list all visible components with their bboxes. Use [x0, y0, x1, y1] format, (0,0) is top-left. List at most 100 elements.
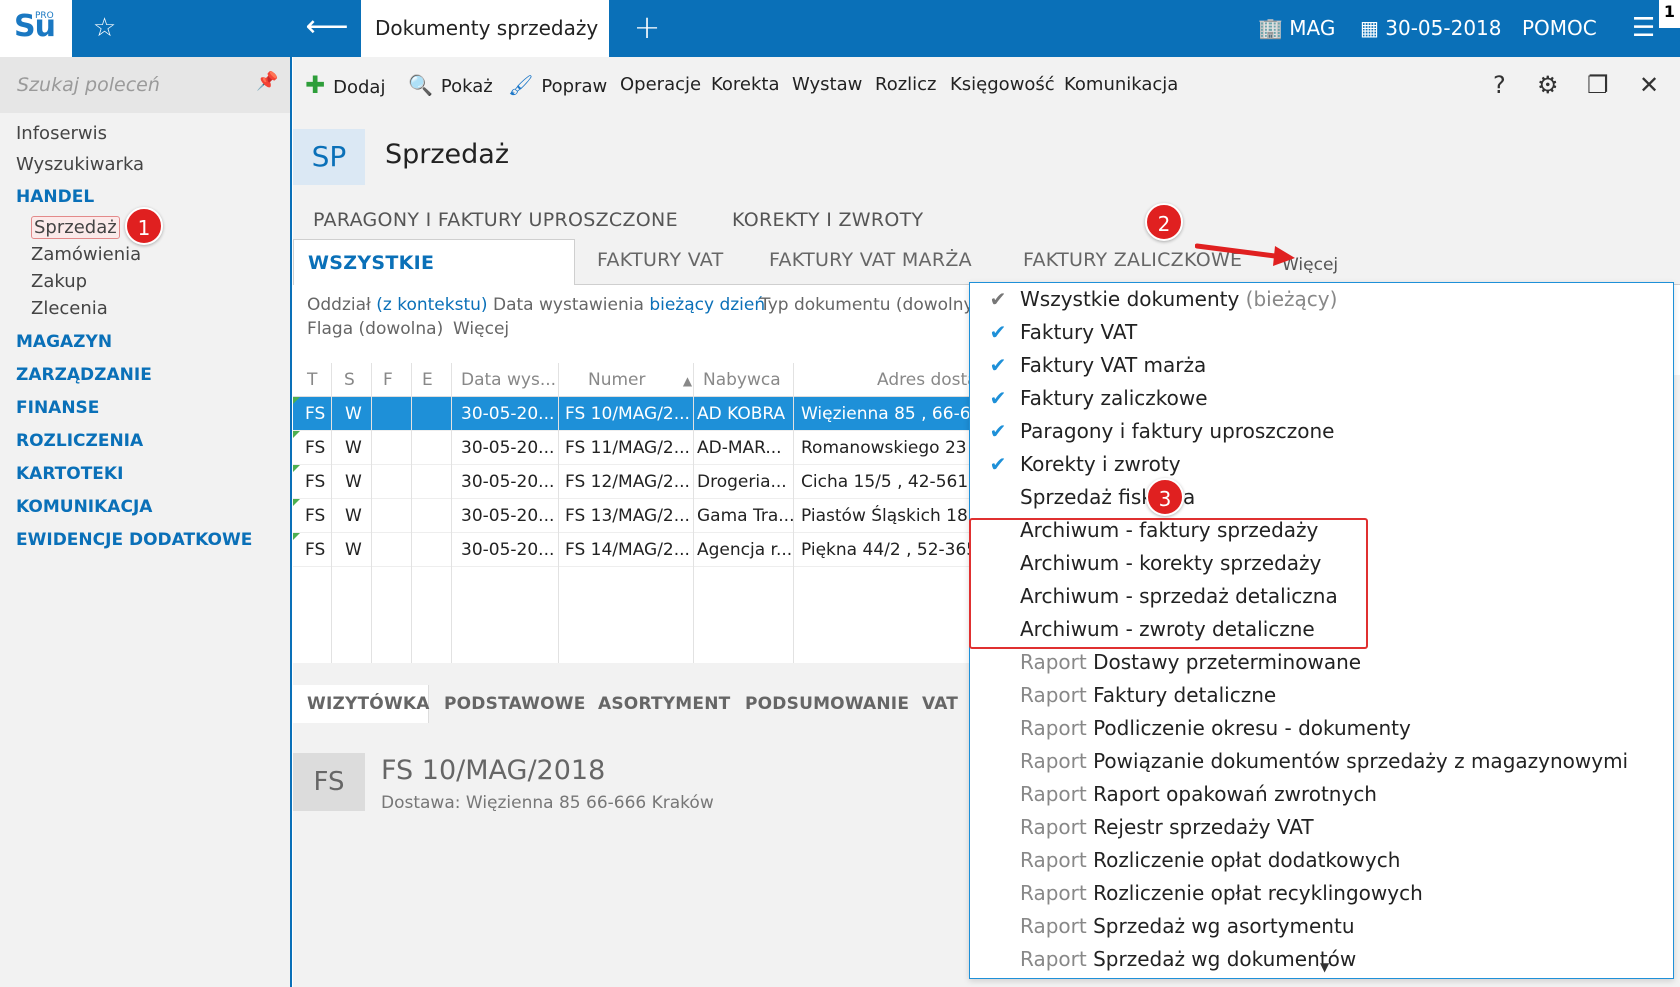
tab-podsumowanie[interactable]: PODSUMOWANIE [745, 694, 909, 714]
search-input[interactable]: Szukaj poleceń [17, 74, 160, 96]
sidebar-section-zarzadzanie[interactable]: ZARZĄDZANIE [16, 365, 152, 385]
column-header-adres[interactable]: Adres dosta [877, 370, 978, 390]
menu-item[interactable]: Wszystkie dokumenty (bieżący) [1020, 283, 1337, 316]
sidebar-item-zamowienia[interactable]: Zamówienia [31, 244, 141, 265]
tab-wszystkie-dokumenty[interactable]: WSZYSTKIE DOKUMENTY [293, 239, 575, 320]
column-header-f[interactable]: F [383, 370, 393, 390]
logo-sup: PRO [35, 11, 54, 21]
tab-faktury-vat-marza[interactable]: FAKTURY VAT MARŻA [769, 249, 972, 271]
checkmark-icon: ✔ [989, 386, 1007, 410]
sidebar-section-finanse[interactable]: FINANSE [16, 398, 99, 418]
back-arrow-icon[interactable]: ⟵ [293, 0, 361, 57]
help-icon[interactable]: ? [1493, 57, 1506, 113]
menu-item[interactable]: Korekty i zwroty [1020, 448, 1181, 481]
cell-nabywca: Gama Tra... [697, 506, 795, 526]
menu-item-report[interactable]: Raport Podliczenie okresu - dokumenty [1020, 712, 1411, 745]
filter-data-value[interactable]: bieżący dzień [649, 295, 765, 315]
sidebar-section-komunikacja[interactable]: KOMUNIKACJA [16, 497, 152, 517]
column-divider [693, 363, 694, 663]
sidebar-item-zlecenia[interactable]: Zlecenia [31, 298, 108, 319]
menu-item[interactable]: Paragony i faktury uproszczone [1020, 415, 1334, 448]
edit-button[interactable]: 🖌 Popraw [508, 57, 607, 113]
report-prefix: Raport [1020, 782, 1087, 806]
operations-button[interactable]: Operacje [620, 57, 701, 113]
communication-button[interactable]: Komunikacja [1064, 57, 1178, 113]
sidebar-section-ewidencje[interactable]: EWIDENCJE DODATKOWE [16, 530, 252, 550]
menu-item-report[interactable]: Raport Raport opakowań zwrotnych [1020, 778, 1377, 811]
filter-data[interactable]: Data wystawienia bieżący dzień [493, 295, 765, 315]
tab-dokumenty-sprzedazy[interactable]: Dokumenty sprzedaży [361, 0, 609, 57]
tab-vat[interactable]: VAT [922, 694, 958, 714]
tab-wizytowka[interactable]: WIZYTÓWKA [293, 685, 429, 723]
filter-flaga[interactable]: Flaga (dowolna) [307, 319, 443, 339]
table-row[interactable]: FS W 30-05-20... FS 11/MAG/2... AD-MAR..… [293, 431, 993, 465]
sidebar-section-kartoteki[interactable]: KARTOTEKI [16, 464, 123, 484]
menu-item-report[interactable]: Raport Rejestr sprzedaży VAT [1020, 811, 1314, 844]
sidebar-item-sprzedaz[interactable]: Sprzedaż [31, 216, 120, 239]
table-row[interactable]: FS W 30-05-20... FS 13/MAG/2... Gama Tra… [293, 499, 993, 533]
table-row[interactable]: FS W 30-05-20... FS 12/MAG/2... Drogeria… [293, 465, 993, 499]
checkmark-icon: ✔ [989, 353, 1007, 377]
sidebar-item-zakup[interactable]: Zakup [31, 271, 87, 292]
favorite-star-icon[interactable]: ☆ [72, 0, 137, 57]
tab-paragony[interactable]: PARAGONY I FAKTURY UPROSZCZONE [313, 209, 678, 231]
table-row[interactable]: FS W 30-05-20... FS 14/MAG/2... Agencja … [293, 533, 993, 567]
warehouse-selector[interactable]: 🏢 MAG [1258, 0, 1335, 57]
documents-grid: T S F E Data wys... Numer ▲ Nabywca Adre… [293, 363, 993, 663]
sidebar-section-magazyn[interactable]: MAGAZYN [16, 332, 112, 352]
sidebar-item-wyszukiwarka[interactable]: Wyszukiwarka [16, 154, 144, 175]
column-header-data[interactable]: Data wys... [461, 370, 556, 390]
gear-icon[interactable]: ⚙ [1537, 57, 1559, 113]
date-selector[interactable]: ▦ 30-05-2018 [1360, 0, 1502, 57]
cell-numer: FS 14/MAG/2... [565, 540, 690, 560]
tab-podstawowe[interactable]: PODSTAWOWE [444, 694, 586, 714]
menu-item-report[interactable]: Raport Faktury detaliczne [1020, 679, 1276, 712]
pin-icon[interactable]: 📌 [256, 71, 278, 92]
filter-oddzial-value[interactable]: (z kontekstu) [376, 295, 487, 315]
menu-item[interactable]: Faktury zaliczkowe [1020, 382, 1208, 415]
scroll-down-icon[interactable]: ▼ [1320, 960, 1329, 974]
settle-button[interactable]: Rozlicz [875, 57, 937, 113]
tab-korekty[interactable]: KOREKTY I ZWROTY [732, 209, 923, 231]
new-tab-plus-icon[interactable]: + [620, 0, 674, 57]
close-icon[interactable]: ✕ [1639, 57, 1659, 113]
column-divider [793, 363, 794, 663]
sidebar-item-infoserwis[interactable]: Infoserwis [16, 123, 107, 144]
column-header-t[interactable]: T [307, 370, 317, 390]
sidebar-section-handel[interactable]: HANDEL [16, 187, 94, 207]
table-row[interactable]: FS W 30-05-20... FS 10/MAG/2... AD KOBRA… [293, 397, 993, 431]
menu-item-report[interactable]: Raport Powiązanie dokumentów sprzedaży z… [1020, 745, 1628, 778]
menu-item-report[interactable]: Raport Sprzedaż wg dokumentów [1020, 943, 1356, 976]
menu-item-report[interactable]: Raport Rozliczenie opłat recyklingowych [1020, 877, 1423, 910]
tab-asortyment[interactable]: ASORTYMENT [598, 694, 730, 714]
filter-more[interactable]: Więcej [453, 319, 509, 339]
menu-item-report[interactable]: Raport Rozliczenie opłat dodatkowych [1020, 844, 1400, 877]
sidebar-section-rozliczenia[interactable]: ROZLICZENIA [16, 431, 143, 451]
filter-typ[interactable]: Typ dokumentu (dowolny) [760, 295, 980, 315]
menu-item[interactable]: Faktury VAT marża [1020, 349, 1206, 382]
document-card: FS FS 10/MAG/2018 Dostawa: Więzienna 85 … [293, 723, 993, 987]
column-header-s[interactable]: S [344, 370, 355, 390]
issue-button[interactable]: Wystaw [792, 57, 862, 113]
filter-oddzial[interactable]: Oddział (z kontekstu) [307, 295, 488, 315]
cell-nabywca: Drogeria... [697, 472, 787, 492]
correction-button[interactable]: Korekta [711, 57, 780, 113]
column-divider [558, 363, 559, 663]
accounting-button[interactable]: Księgowość [950, 57, 1055, 113]
restore-window-icon[interactable]: ❐ [1587, 57, 1609, 113]
column-header-e[interactable]: E [422, 370, 433, 390]
menu-item-report[interactable]: Raport Dostawy przeterminowane [1020, 646, 1361, 679]
menu-item-report[interactable]: Raport Sprzedaż wg asortymentu [1020, 910, 1355, 943]
show-button[interactable]: 🔍 Pokaż [408, 57, 493, 113]
tab-faktury-vat[interactable]: FAKTURY VAT [597, 249, 724, 271]
report-label: Sprzedaż wg asortymentu [1093, 914, 1355, 938]
menu-item[interactable]: Faktury VAT [1020, 316, 1137, 349]
checkmark-icon: ✔ [989, 320, 1007, 344]
add-button[interactable]: ✚ Dodaj [305, 57, 385, 113]
column-header-nabywca[interactable]: Nabywca [703, 370, 781, 390]
command-search[interactable]: Szukaj poleceń 📌 [0, 57, 290, 113]
help-menu[interactable]: POMOC [1522, 0, 1597, 57]
hamburger-menu-icon[interactable]: ☰ [1632, 0, 1655, 57]
column-header-numer[interactable]: Numer ▲ [588, 370, 692, 390]
app-logo[interactable]: Su PRO [0, 0, 72, 57]
